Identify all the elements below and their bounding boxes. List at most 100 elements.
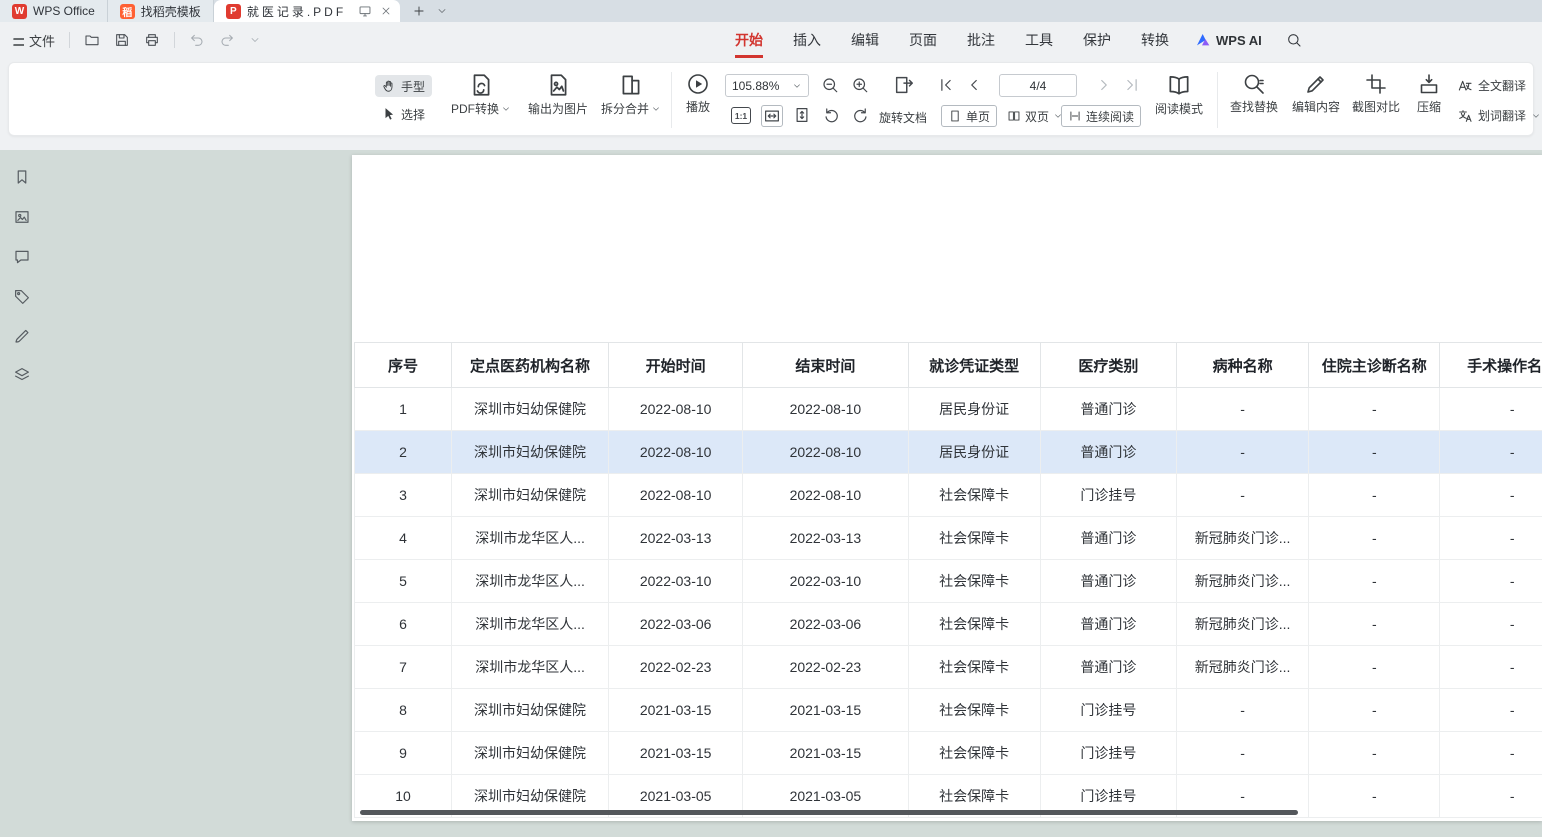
select-tool-label: 选择 — [401, 106, 425, 123]
ribbon-tab-edit[interactable]: 编辑 — [851, 22, 879, 58]
zoom-level-select[interactable]: 105.88% — [725, 74, 809, 97]
play-label: 播放 — [686, 101, 710, 113]
table-cell: 9 — [355, 732, 452, 775]
chevron-down-icon — [792, 81, 802, 91]
tab-docer-templates[interactable]: 稻 找稻壳模板 — [108, 0, 214, 22]
table-cell: 社会保障卡 — [908, 474, 1040, 517]
ribbon-tab-tools[interactable]: 工具 — [1025, 22, 1053, 58]
reading-mode-button[interactable]: 阅读模式 — [1151, 72, 1207, 115]
thumbnails-panel-icon[interactable] — [13, 208, 31, 226]
comments-panel-icon[interactable] — [13, 248, 31, 266]
first-page-icon[interactable] — [937, 76, 955, 94]
table-body: 1深圳市妇幼保健院2022-08-102022-08-10居民身份证普通门诊--… — [355, 388, 1542, 818]
rotate-right-icon[interactable] — [851, 106, 869, 124]
table-cell: 普通门诊 — [1040, 603, 1176, 646]
enter-fullscreen-icon[interactable] — [358, 4, 372, 18]
ribbon-tab-convert[interactable]: 转换 — [1141, 22, 1169, 58]
table-cell: 2021-03-15 — [609, 689, 743, 732]
table-cell: - — [1177, 689, 1309, 732]
table-row: 9深圳市妇幼保健院2021-03-152021-03-15社会保障卡门诊挂号--… — [355, 732, 1542, 775]
table-cell: - — [1309, 732, 1440, 775]
signature-panel-icon[interactable] — [13, 327, 31, 345]
history-chevron-icon[interactable] — [249, 34, 261, 46]
print-icon[interactable] — [144, 32, 160, 48]
double-page-label: 双页 — [1025, 108, 1049, 125]
find-replace-button[interactable]: 查找替换 — [1225, 72, 1283, 113]
play-button[interactable]: 播放 — [675, 72, 721, 113]
table-header-row: 序号定点医药机构名称开始时间结束时间就诊凭证类型医疗类别病种名称住院主诊断名称手… — [355, 343, 1542, 388]
export-image-button[interactable]: 输出为图片 — [523, 72, 593, 115]
layers-panel-icon[interactable] — [13, 366, 31, 384]
next-page-icon[interactable] — [1095, 76, 1113, 94]
full-translate-button[interactable]: 全文翻译 — [1457, 77, 1526, 94]
ribbon-tab-insert[interactable]: 插入 — [793, 22, 821, 58]
table-cell: 普通门诊 — [1040, 517, 1176, 560]
zoom-in-icon[interactable] — [851, 76, 869, 94]
table-cell: 普通门诊 — [1040, 646, 1176, 689]
book-icon — [1166, 72, 1192, 98]
file-menu-button[interactable]: 文件 — [10, 31, 55, 50]
save-icon[interactable] — [114, 32, 130, 48]
table-row: 6深圳市龙华区人...2022-03-062022-03-06社会保障卡普通门诊… — [355, 603, 1542, 646]
open-file-icon[interactable] — [84, 32, 100, 48]
table-cell: 2022-08-10 — [743, 474, 908, 517]
table-cell: - — [1309, 646, 1440, 689]
ribbon-tab-comment[interactable]: 批注 — [967, 22, 995, 58]
single-page-button[interactable]: 单页 — [941, 105, 997, 127]
menu-search-icon[interactable] — [1286, 32, 1302, 48]
rotate-document-button[interactable]: 旋转文档 — [879, 109, 927, 126]
hand-tool-button[interactable]: 手型 — [375, 75, 432, 97]
fit-width-icon[interactable] — [761, 105, 783, 127]
word-translate-button[interactable]: 划词翻译 — [1457, 107, 1541, 124]
continuous-reading-button[interactable]: 连续阅读 — [1061, 105, 1141, 127]
table-cell: 门诊挂号 — [1040, 689, 1176, 732]
split-merge-icon — [618, 72, 644, 98]
redo-icon[interactable] — [219, 32, 235, 48]
table-cell: 2022-03-13 — [743, 517, 908, 560]
document-title: 就医记录.PDF — [247, 3, 346, 20]
horizontal-scrollbar-thumb[interactable] — [360, 810, 1298, 815]
zoom-to-selection-icon[interactable] — [893, 74, 915, 96]
ribbon-tab-page[interactable]: 页面 — [909, 22, 937, 58]
split-merge-button[interactable]: 拆分合并 — [599, 72, 663, 115]
pdf-page: 序号定点医药机构名称开始时间结束时间就诊凭证类型医疗类别病种名称住院主诊断名称手… — [352, 155, 1542, 821]
single-page-label: 单页 — [966, 108, 990, 125]
zoom-out-icon[interactable] — [821, 76, 839, 94]
wps-ai-button[interactable]: WPS AI — [1195, 32, 1262, 48]
undo-icon[interactable] — [189, 32, 205, 48]
fit-page-icon[interactable] — [793, 106, 811, 124]
bookmarks-panel-icon[interactable] — [13, 168, 31, 186]
actual-size-icon[interactable]: 1:1 — [731, 107, 751, 124]
compress-button[interactable]: 压缩 — [1409, 72, 1449, 113]
table-cell: 门诊挂号 — [1040, 474, 1176, 517]
ribbon-tab-home[interactable]: 开始 — [735, 22, 763, 58]
double-page-button[interactable]: 双页 — [1001, 105, 1069, 127]
attachments-panel-icon[interactable] — [13, 288, 31, 306]
ribbon-tab-protect[interactable]: 保护 — [1083, 22, 1111, 58]
new-tab-icon[interactable] — [412, 4, 426, 18]
pdf-convert-button[interactable]: PDF转换 — [449, 72, 513, 115]
column-header: 序号 — [355, 343, 452, 388]
last-page-icon[interactable] — [1123, 76, 1141, 94]
table-cell: 7 — [355, 646, 452, 689]
wps-logo-icon: W — [12, 4, 27, 19]
tab-list-chevron-icon[interactable] — [436, 5, 448, 17]
tab-document-pdf[interactable]: P 就医记录.PDF — [214, 0, 400, 22]
rotate-left-icon[interactable] — [823, 106, 841, 124]
hand-icon — [382, 79, 396, 93]
table-cell: 2022-02-23 — [743, 646, 908, 689]
table-cell: 居民身份证 — [908, 388, 1040, 431]
tab-wps-office[interactable]: W WPS Office — [0, 0, 108, 22]
table-cell: 6 — [355, 603, 452, 646]
full-translate-label: 全文翻译 — [1478, 77, 1526, 94]
pdf-file-icon: P — [226, 4, 241, 19]
close-tab-icon[interactable] — [380, 5, 392, 17]
previous-page-icon[interactable] — [965, 76, 983, 94]
page-indicator-input[interactable]: 4/4 — [999, 74, 1077, 97]
table-cell: 新冠肺炎门诊... — [1177, 603, 1309, 646]
screenshot-compare-button[interactable]: 截图对比 — [1347, 72, 1405, 113]
edit-content-button[interactable]: 编辑内容 — [1287, 72, 1345, 113]
select-tool-button[interactable]: 选择 — [375, 103, 432, 125]
table-cell: 2022-03-10 — [743, 560, 908, 603]
window-tab-bar: W WPS Office 稻 找稻壳模板 P 就医记录.PDF — [0, 0, 1542, 22]
